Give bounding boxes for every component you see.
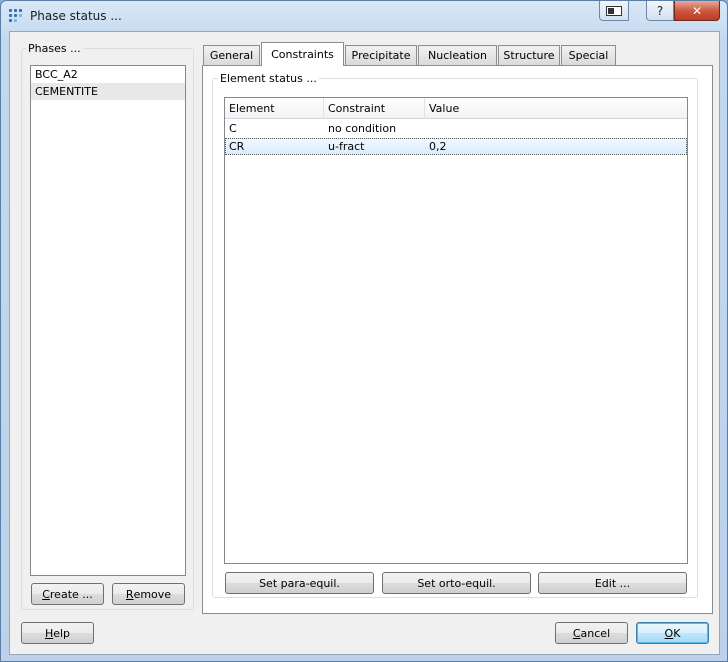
- element-status-table[interactable]: Element Constraint Value C no condition …: [224, 97, 688, 564]
- element-status-group-title: Element status ...: [218, 72, 319, 85]
- table-row[interactable]: CR u-fract 0,2: [225, 138, 687, 155]
- title-bar[interactable]: Phase status ... ? ✕: [1, 1, 727, 31]
- cell-constraint: no condition: [328, 122, 397, 135]
- cell-constraint: u-fract: [328, 140, 365, 153]
- ok-button[interactable]: OK: [636, 622, 709, 644]
- window-help-button[interactable]: ?: [646, 1, 674, 21]
- constraints-tab-panel: Element status ... Element Constraint Va…: [202, 65, 713, 614]
- cancel-button[interactable]: Cancel: [555, 622, 628, 644]
- column-header-value[interactable]: Value: [425, 98, 687, 119]
- column-header-constraint[interactable]: Constraint: [324, 98, 425, 119]
- cell-value: 0,2: [429, 140, 447, 153]
- tab-precipitate[interactable]: Precipitate: [345, 45, 417, 65]
- app-icon: [9, 9, 23, 23]
- window-close-button[interactable]: ✕: [674, 1, 720, 21]
- list-item[interactable]: CEMENTITE: [31, 83, 185, 100]
- create-phase-button[interactable]: Create ...: [31, 583, 104, 605]
- cell-element: CR: [229, 140, 245, 153]
- set-para-equil-button[interactable]: Set para-equil.: [225, 572, 374, 594]
- set-orto-equil-button[interactable]: Set orto-equil.: [382, 572, 531, 594]
- tab-general[interactable]: General: [203, 45, 260, 65]
- tab-nucleation[interactable]: Nucleation: [418, 45, 497, 65]
- list-item[interactable]: BCC_A2: [31, 66, 185, 83]
- tab-special[interactable]: Special: [561, 45, 616, 65]
- cell-value: [425, 120, 625, 137]
- window-extra-button[interactable]: [599, 1, 629, 21]
- tab-constraints[interactable]: Co n straints: [261, 42, 344, 66]
- edit-button[interactable]: Edit ...: [538, 572, 687, 594]
- phases-list[interactable]: BCC_A2 CEMENTITE: [30, 65, 186, 576]
- window-menu-icon: [606, 5, 622, 16]
- phases-group-title: Phases ...: [26, 42, 83, 55]
- remove-phase-button[interactable]: Remove: [112, 583, 185, 605]
- cell-element: C: [229, 122, 237, 135]
- column-header-element[interactable]: Element: [225, 98, 324, 119]
- tab-structure[interactable]: Structure: [498, 45, 560, 65]
- dialog-window: Phase status ... ? ✕ Phases ... BCC_A2 C…: [0, 0, 728, 662]
- window-title: Phase status ...: [30, 9, 122, 23]
- table-row[interactable]: C no condition: [225, 120, 687, 137]
- help-button[interactable]: Help: [21, 622, 94, 644]
- dialog-client-area: Phases ... BCC_A2 CEMENTITE Create ... R…: [9, 31, 720, 655]
- table-header: Element Constraint Value: [225, 98, 687, 119]
